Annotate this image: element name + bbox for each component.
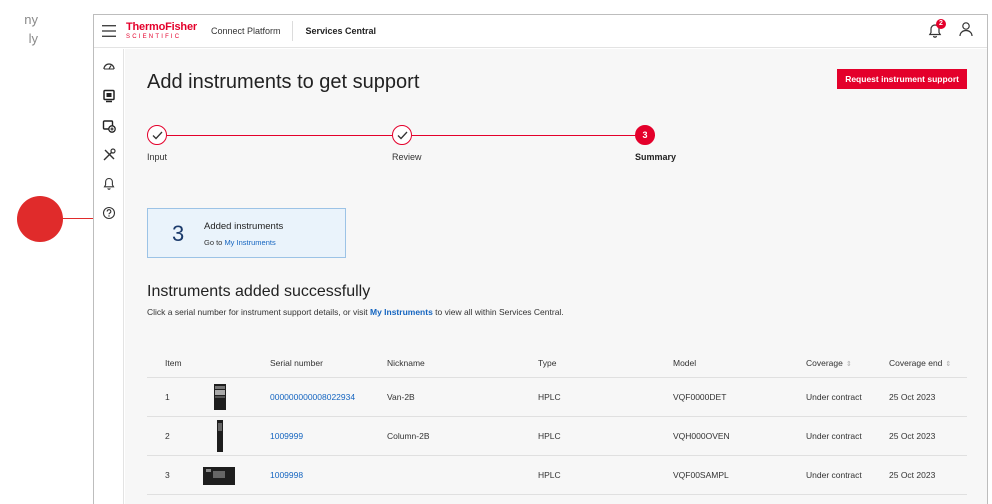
desc-before: Click a serial number for instrument sup… [147, 307, 370, 317]
cell-coverage-end: 25 Oct 2023 [889, 416, 967, 456]
cell-serial[interactable]: 1009998 [270, 455, 387, 495]
cell-type: HPLC [538, 377, 673, 417]
hplc-tower-icon [203, 377, 270, 417]
instruments-table: Item Serial number Nickname Type Model C… [147, 349, 967, 495]
cell-serial[interactable]: 000000000008022934 [270, 377, 387, 417]
header-coverage-end-label: Coverage end [889, 357, 943, 368]
cell-nickname [387, 455, 538, 495]
goto-my-instruments: Go to My Instruments [204, 238, 276, 247]
table-row: 3 1009998 HPLC VQF00SAMPL Under contract… [147, 455, 967, 495]
my-instruments-link[interactable]: My Instruments [224, 238, 275, 247]
serial-number-link[interactable]: 000000000008022934 [270, 392, 355, 402]
cell-item: 2 [147, 416, 203, 456]
my-instruments-inline-link[interactable]: My Instruments [370, 307, 433, 317]
app-window: ThermoFisher SCIENTIFIC Connect Platform… [93, 14, 988, 504]
added-instruments-card: 3 Added instruments Go to My Instruments [147, 208, 346, 258]
cell-model: VQH000OVEN [673, 416, 806, 456]
header-item: Item [147, 349, 203, 378]
notification-count-badge: 2 [936, 19, 946, 29]
outside-partial-text: ny ly [0, 10, 40, 48]
request-instrument-support-button[interactable]: Request instrument support [837, 69, 967, 89]
cell-nickname: Van-2B [387, 377, 538, 417]
dashboard-gauge-icon[interactable] [102, 59, 116, 73]
logo-subtitle: SCIENTIFIC [126, 34, 182, 40]
main-content: Add instruments to get support Request i… [125, 49, 987, 504]
add-instrument-icon[interactable] [102, 119, 116, 133]
header-coverage-end[interactable]: Coverage end ⇕ [889, 349, 967, 378]
header-divider [292, 21, 294, 41]
table-row: 1 000000000008022934 Van-2B HPLC VQF0000… [147, 377, 967, 417]
cell-item: 3 [147, 455, 203, 495]
header-model: Model [673, 349, 806, 378]
step-review-check-icon [392, 125, 412, 145]
step-summary-number: 3 [635, 125, 655, 145]
section-description: Click a serial number for instrument sup… [147, 307, 564, 317]
table-header-row: Item Serial number Nickname Type Model C… [147, 349, 967, 378]
top-bar: ThermoFisher SCIENTIFIC Connect Platform… [94, 15, 987, 48]
header-type: Type [538, 349, 673, 378]
cell-coverage-end: 25 Oct 2023 [889, 455, 967, 495]
cell-type: HPLC [538, 416, 673, 456]
header-coverage[interactable]: Coverage ⇕ [806, 349, 889, 378]
services-central-title[interactable]: Services Central [305, 26, 376, 36]
column-oven-icon [203, 416, 270, 456]
page-title: Add instruments to get support [147, 71, 420, 93]
added-instruments-title: Added instruments [204, 221, 284, 232]
sort-icon[interactable]: ⇕ [846, 361, 852, 368]
cell-coverage: Under contract [806, 455, 889, 495]
section-title: Instruments added successfully [147, 283, 371, 300]
cell-item: 1 [147, 377, 203, 417]
sidebar [94, 49, 124, 504]
connect-platform-link[interactable]: Connect Platform [211, 26, 281, 36]
sort-icon[interactable]: ⇕ [945, 361, 951, 368]
header-actions: 2 [927, 19, 987, 42]
sidebar-bell-icon[interactable] [102, 177, 116, 191]
added-count: 3 [172, 221, 185, 246]
thermofisher-logo[interactable]: ThermoFisher SCIENTIFIC [126, 21, 197, 41]
stepper-connector-2 [412, 135, 655, 136]
autosampler-icon [203, 455, 270, 495]
serial-number-link[interactable]: 1009998 [270, 470, 303, 480]
cell-nickname: Column-2B [387, 416, 538, 456]
header-coverage-label: Coverage [806, 357, 843, 368]
cell-serial[interactable]: 1009999 [270, 416, 387, 456]
desc-after: to view all within Services Central. [432, 307, 564, 317]
user-account-icon[interactable] [959, 21, 973, 42]
cell-type: HPLC [538, 455, 673, 495]
instruments-monitor-icon[interactable] [102, 89, 116, 103]
outside-text-line-1: ny [24, 12, 38, 27]
header-serial-number: Serial number [270, 349, 387, 378]
step-label-review: Review [392, 152, 422, 162]
tools-service-icon[interactable] [102, 148, 116, 162]
step-input-check-icon [147, 125, 167, 145]
progress-stepper: Input Review 3 Summary [147, 125, 676, 165]
cell-coverage: Under contract [806, 377, 889, 417]
cell-model: VQF0000DET [673, 377, 806, 417]
outside-text-line-2: ly [28, 31, 38, 46]
help-question-icon[interactable] [102, 206, 116, 220]
stepper-connector-1 [167, 135, 392, 136]
logo-wordmark: ThermoFisher [126, 21, 197, 33]
table-row: 2 1009999 Column-2B HPLC VQH000OVEN Unde… [147, 416, 967, 456]
serial-number-link[interactable]: 1009999 [270, 431, 303, 441]
callout-marker [17, 196, 63, 242]
cell-coverage-end: 25 Oct 2023 [889, 377, 967, 417]
step-label-input: Input [147, 152, 168, 162]
menu-icon[interactable] [94, 15, 124, 48]
cell-coverage: Under contract [806, 416, 889, 456]
header-image [203, 349, 270, 378]
header-nickname: Nickname [387, 349, 538, 378]
goto-prefix: Go to [204, 238, 225, 247]
step-label-summary: Summary [635, 152, 677, 162]
notifications-bell-icon[interactable]: 2 [927, 19, 946, 39]
cell-model: VQF00SAMPL [673, 455, 806, 495]
